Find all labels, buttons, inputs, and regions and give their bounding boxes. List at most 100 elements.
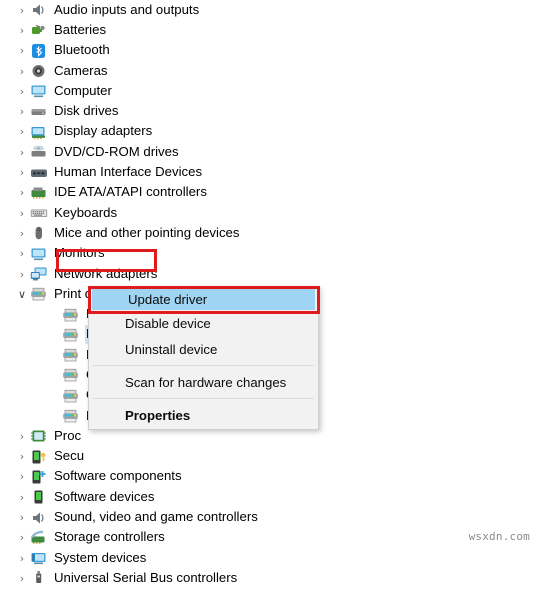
sound-controller-icon — [30, 510, 48, 526]
tree-item-label: Universal Serial Bus controllers — [54, 569, 238, 585]
software-device-icon — [30, 489, 48, 505]
chevron-right-icon[interactable]: › — [14, 0, 30, 20]
tree-item-label: Sound, video and game controllers — [54, 509, 258, 525]
chevron-right-icon[interactable]: › — [14, 183, 30, 203]
menu-item-disable-device[interactable]: Disable device — [89, 310, 318, 336]
tree-item-software-devices[interactable]: › Software devices — [0, 487, 538, 507]
tree-item-sound-video-and-game-controllers[interactable]: › Sound, video and game controllers — [0, 507, 538, 527]
tree-item-universal-serial-bus-controllers[interactable]: › Universal Serial Bus controllers — [0, 568, 538, 588]
monitor-icon — [30, 246, 48, 262]
device-context-menu[interactable]: Update driver Disable device Uninstall dev… — [88, 286, 319, 430]
tree-item-cameras[interactable]: › Cameras — [0, 61, 538, 81]
chevron-right-icon[interactable]: › — [14, 467, 30, 487]
chevron-right-icon[interactable]: › — [14, 548, 30, 568]
tree-item-label: IDE ATA/ATAPI controllers — [54, 184, 207, 200]
tree-item-label: Software devices — [54, 488, 155, 504]
menu-item-update-driver[interactable]: Update driver — [92, 288, 315, 310]
chevron-right-icon[interactable]: › — [14, 447, 30, 467]
chevron-right-icon[interactable]: › — [14, 203, 30, 223]
menu-item-scan-for-hardware-changes[interactable]: Scan for hardware changes — [89, 369, 318, 395]
tree-item-bluetooth[interactable]: › Bluetooth — [0, 41, 538, 61]
tree-item-label: Proc — [54, 427, 82, 443]
tree-item-display-adapters[interactable]: › Display adapters — [0, 122, 538, 142]
tree-item-label: Audio inputs and outputs — [54, 1, 200, 17]
tree-item-label: Secu — [54, 448, 85, 464]
tree-item-human-interface-devices[interactable]: › Human Interface Devices — [0, 162, 538, 182]
menu-item-properties[interactable]: Properties — [89, 402, 318, 428]
tree-item-monitors[interactable]: › Monitors — [0, 244, 538, 264]
tree-item-label: DVD/CD-ROM drives — [54, 143, 179, 159]
chevron-right-icon[interactable]: › — [14, 508, 30, 528]
battery-icon — [30, 22, 48, 38]
menu-item-uninstall-device[interactable]: Uninstall device — [89, 336, 318, 362]
printer-icon — [62, 307, 80, 323]
chevron-right-icon[interactable]: › — [14, 528, 30, 548]
watermark: wsxdn.com — [468, 530, 530, 543]
printer-icon — [62, 388, 80, 404]
printer-icon — [62, 347, 80, 363]
tree-item-label: Bluetooth — [54, 42, 110, 58]
chevron-placeholder — [46, 345, 62, 365]
tree-item-software-components[interactable]: › Software components — [0, 467, 538, 487]
menu-item-label: Uninstall device — [125, 341, 218, 357]
printer-group-icon — [30, 286, 48, 302]
display-adapter-icon — [30, 124, 48, 140]
tree-item-keyboards[interactable]: › Keyboards — [0, 203, 538, 223]
tree-item-network-adapters[interactable]: › Network adapters — [0, 264, 538, 284]
tree-item-dvd-cd-rom-drives[interactable]: › DVD/CD-ROM drives — [0, 142, 538, 162]
menu-separator — [93, 365, 314, 366]
keyboard-icon — [30, 205, 48, 221]
mouse-icon — [30, 225, 48, 241]
camera-icon — [30, 63, 48, 79]
tree-item-ide-ata-atapi-controllers[interactable]: › IDE ATA/ATAPI controllers — [0, 183, 538, 203]
storage-controller-icon — [30, 530, 48, 546]
chevron-right-icon[interactable]: › — [14, 61, 30, 81]
tree-item-label: Storage controllers — [54, 529, 165, 545]
security-device-icon — [30, 449, 48, 465]
disk-drive-icon — [30, 104, 48, 120]
menu-item-label: Update driver — [128, 291, 208, 307]
tree-item-label: Computer — [54, 82, 112, 98]
menu-item-label: Disable device — [125, 315, 211, 331]
dvd-drive-icon — [30, 144, 48, 160]
tree-item-secu[interactable]: › Secu — [0, 447, 538, 467]
chevron-placeholder — [46, 325, 62, 345]
ide-controller-icon — [30, 185, 48, 201]
tree-item-label: System devices — [54, 549, 147, 565]
tree-item-label: Monitors — [54, 245, 105, 261]
chevron-right-icon[interactable]: › — [14, 81, 30, 101]
tree-item-disk-drives[interactable]: › Disk drives — [0, 101, 538, 121]
tree-item-storage-controllers[interactable]: › Storage controllers — [0, 528, 538, 548]
chevron-right-icon[interactable]: › — [14, 223, 30, 243]
chevron-right-icon[interactable]: › — [14, 41, 30, 61]
computer-icon — [30, 83, 48, 99]
tree-item-label: Human Interface Devices — [54, 164, 203, 180]
chevron-right-icon[interactable]: › — [14, 102, 30, 122]
tree-item-label: Software components — [54, 468, 182, 484]
chevron-right-icon[interactable]: › — [14, 142, 30, 162]
tree-item-audio-inputs-and-outputs[interactable]: › Audio inputs and outputs — [0, 0, 538, 20]
chevron-right-icon[interactable]: › — [14, 20, 30, 40]
chevron-placeholder — [46, 406, 62, 426]
tree-item-batteries[interactable]: › Batteries — [0, 20, 538, 40]
chevron-right-icon[interactable]: › — [14, 163, 30, 183]
chevron-right-icon[interactable]: › — [14, 244, 30, 264]
chevron-right-icon[interactable]: › — [14, 122, 30, 142]
chevron-placeholder — [46, 365, 62, 385]
printer-icon — [62, 408, 80, 424]
processor-icon — [30, 428, 48, 444]
tree-item-computer[interactable]: › Computer — [0, 81, 538, 101]
tree-item-system-devices[interactable]: › System devices — [0, 548, 538, 568]
tree-item-label: Disk drives — [54, 103, 119, 119]
printer-icon — [62, 327, 80, 343]
chevron-right-icon[interactable]: › — [14, 264, 30, 284]
chevron-right-icon[interactable]: › — [14, 487, 30, 507]
menu-separator — [93, 398, 314, 399]
chevron-placeholder — [46, 305, 62, 325]
tree-item-mice-and-other-pointing-devices[interactable]: › Mice and other pointing devices — [0, 223, 538, 243]
chevron-right-icon[interactable]: › — [14, 426, 30, 446]
chevron-right-icon[interactable]: › — [14, 568, 30, 588]
tree-item-label: Mice and other pointing devices — [54, 224, 240, 240]
system-device-icon — [30, 550, 48, 566]
chevron-down-icon[interactable]: ∨ — [14, 284, 30, 304]
